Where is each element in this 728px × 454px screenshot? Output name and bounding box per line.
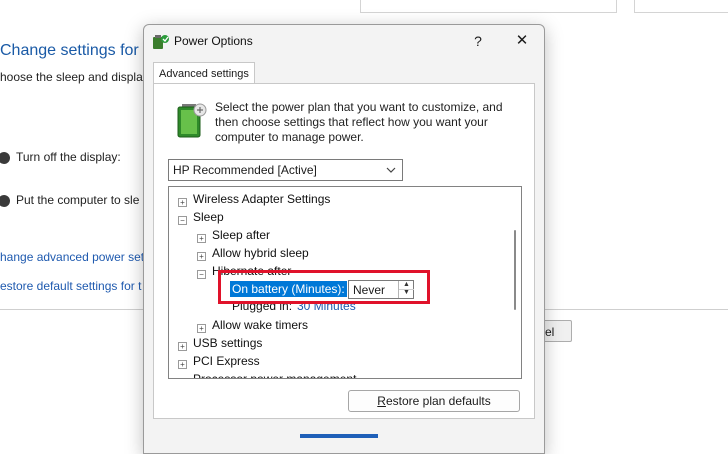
moon-icon	[0, 194, 10, 207]
battery-plan-icon	[177, 103, 207, 138]
tree-item-sleep[interactable]: Sleep	[193, 209, 224, 225]
restore-button-label: estore plan defaults	[385, 394, 491, 408]
bg-page-subtitle: hoose the sleep and displa	[0, 70, 143, 84]
tree-item-wireless-adapter[interactable]: Wireless Adapter Settings	[193, 191, 330, 207]
bg-top-box-right	[634, 0, 728, 13]
display-icon	[0, 151, 10, 164]
bg-page-title: Change settings for th	[0, 42, 157, 59]
bg-row-sleep-label: Put the computer to sle	[16, 193, 140, 207]
bg-row-display-label: Turn off the display:	[16, 150, 121, 164]
power-plan-select[interactable]: HP Recommended [Active]	[168, 159, 403, 181]
tree-item-allow-hybrid-sleep[interactable]: Allow hybrid sleep	[212, 245, 309, 261]
bg-link-advanced[interactable]: hange advanced power set	[0, 250, 144, 264]
bg-top-box-left	[360, 0, 617, 13]
expand-icon[interactable]: +	[197, 324, 206, 333]
expand-icon[interactable]: +	[197, 234, 206, 243]
bg-primary-button-edge[interactable]	[300, 434, 378, 438]
tab-advanced-settings[interactable]: Advanced settings	[153, 62, 255, 84]
bg-row-display: Turn off the display:	[0, 150, 121, 164]
expand-icon[interactable]: +	[178, 342, 187, 351]
tree-item-processor-power[interactable]: Processor power management	[193, 371, 356, 378]
expand-icon[interactable]: +	[178, 378, 187, 379]
bg-link-restore[interactable]: estore default settings for t	[0, 279, 141, 293]
expand-icon[interactable]: +	[178, 360, 187, 369]
dialog-description: Select the power plan that you want to c…	[215, 100, 503, 144]
close-button[interactable]: ✕	[510, 29, 534, 53]
power-options-dialog: Power Options ? ✕ Advanced settings Sele…	[143, 24, 545, 454]
title-bar[interactable]: Power Options ? ✕	[144, 25, 544, 59]
chevron-down-icon[interactable]	[386, 160, 396, 188]
bg-row-sleep: Put the computer to sle	[0, 193, 139, 207]
expand-icon[interactable]: +	[178, 198, 187, 207]
tree-item-usb-settings[interactable]: USB settings	[193, 335, 262, 351]
tree-item-pci-express[interactable]: PCI Express	[193, 353, 260, 369]
annotation-highlight-box	[218, 270, 430, 304]
collapse-icon[interactable]: −	[197, 270, 206, 279]
help-button[interactable]: ?	[466, 29, 490, 53]
tree-item-sleep-after[interactable]: Sleep after	[212, 227, 270, 243]
collapse-icon[interactable]: −	[178, 216, 187, 225]
restore-plan-defaults-button[interactable]: Restore plan defaults	[348, 390, 520, 412]
power-plan-select-value: HP Recommended [Active]	[173, 163, 317, 177]
dialog-title: Power Options	[174, 34, 253, 48]
power-options-icon	[153, 35, 169, 49]
expand-icon[interactable]: +	[197, 252, 206, 261]
scroll-thumb[interactable]	[514, 230, 516, 310]
restore-accel-letter: R	[377, 394, 386, 408]
tree-item-allow-wake-timers[interactable]: Allow wake timers	[212, 317, 308, 333]
tree-scrollbar[interactable]	[507, 187, 521, 378]
